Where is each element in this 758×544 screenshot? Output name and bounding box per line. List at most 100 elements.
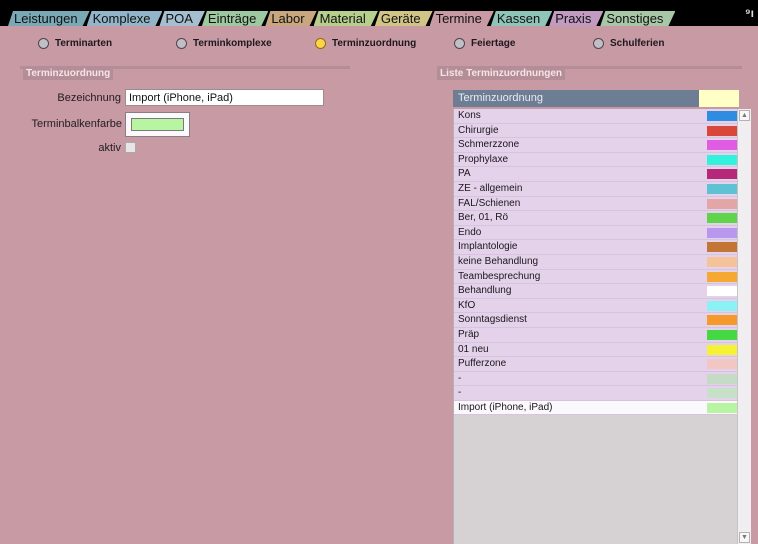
tab-sonstiges[interactable]: Sonstiges — [600, 11, 675, 26]
list-item[interactable]: Prophylaxe — [454, 152, 738, 168]
list-item-label: 01 neu — [458, 343, 489, 355]
list-item[interactable]: Pufferzone — [454, 357, 738, 372]
list-item-color-swatch — [707, 183, 737, 194]
list-item[interactable]: Implantologie — [454, 240, 738, 255]
terminzuordnung-list[interactable]: Kons Chirurgie Schmerzzone Prophylaxe PA ZE -… — [453, 109, 738, 544]
list-item-color-swatch — [707, 344, 737, 355]
list-item-color-swatch — [707, 111, 737, 121]
radio-terminkomplexe[interactable]: Terminkomplexe — [176, 38, 272, 49]
list-item-label: - — [458, 372, 462, 384]
list-item[interactable]: Import (iPhone, iPad) — [454, 400, 738, 416]
list-item-label: Pufferzone — [458, 358, 507, 370]
color-picker-button[interactable] — [125, 112, 190, 137]
list-item-color-swatch — [707, 140, 737, 151]
list-item-label: KfO — [458, 299, 476, 311]
radio-label: Feiertage — [471, 38, 516, 49]
tab-kassen[interactable]: Kassen — [491, 11, 552, 26]
list-column-header[interactable]: Terminzuordnung — [453, 90, 739, 107]
terminbalkenfarbe-label: Terminbalkenfarbe — [31, 118, 123, 130]
section-title-liste: Liste Terminzuordnungen — [437, 67, 566, 80]
list-item-label: Teambesprechung — [458, 270, 541, 282]
scroll-up-icon[interactable]: ▲ — [739, 110, 750, 121]
radio-terminarten[interactable]: Terminarten — [38, 38, 112, 49]
list-item[interactable]: Endo — [454, 225, 738, 241]
radio-label: Schulferien — [610, 38, 665, 49]
list-item-label: Kons — [458, 110, 481, 121]
tab-poa[interactable]: POA — [159, 11, 204, 26]
list-item-label: Präp — [458, 328, 480, 340]
list-item-label: Import (iPhone, iPad) — [458, 401, 553, 413]
list-item-color-swatch — [707, 315, 737, 326]
tab-leistungen[interactable]: Leistungen — [8, 11, 90, 26]
list-item-label: Sonntagsdienst — [458, 314, 527, 326]
list-item-color-swatch — [707, 300, 737, 311]
radio-label: Terminkomplexe — [193, 38, 272, 49]
list-item-label: Endo — [458, 226, 482, 238]
list-item-color-swatch — [707, 169, 737, 180]
bezeichnung-label: Bezeichnung — [57, 92, 121, 104]
list-item[interactable]: Präp — [454, 327, 738, 343]
bezeichnung-input[interactable] — [125, 89, 324, 106]
list-item[interactable]: Sonntagsdienst — [454, 313, 738, 328]
list-item[interactable]: Ber, 01, Rö — [454, 211, 738, 226]
list-item-color-swatch — [707, 256, 737, 267]
list-item-label: FAL/Schienen — [458, 197, 521, 209]
tab-material[interactable]: Material — [314, 11, 378, 26]
list-item-label: - — [458, 387, 462, 399]
radio-schulferien[interactable]: Schulferien — [593, 38, 664, 49]
list-item-label: Chirurgie — [458, 124, 499, 136]
list-item-color-swatch — [707, 213, 737, 224]
list-item[interactable]: 01 neu — [454, 342, 738, 358]
list-item-label: ZE - allgemein — [458, 182, 523, 194]
radio-button-icon — [593, 38, 604, 49]
list-item-color-swatch — [707, 373, 737, 384]
aktiv-checkbox[interactable] — [125, 142, 136, 153]
radio-label: Terminarten — [55, 38, 113, 49]
list-item[interactable]: Teambesprechung — [454, 269, 738, 285]
list-item[interactable]: Behandlung — [454, 284, 738, 299]
tab-bar: Leistungen Komplexe POA Einträge Labor Materi… — [0, 0, 758, 26]
list-item-color-swatch — [707, 154, 737, 165]
list-item-color-swatch — [707, 227, 737, 238]
scroll-down-icon[interactable]: ▼ — [739, 532, 750, 543]
list-item[interactable]: FAL/Schienen — [454, 196, 738, 212]
tab-list: Leistungen Komplexe POA Einträge Labor Materi… — [8, 11, 672, 26]
tab-labor[interactable]: Labor — [265, 11, 316, 26]
list-item[interactable]: keine Behandlung — [454, 254, 738, 270]
list-item-label: Implantologie — [458, 241, 518, 253]
column-header-color — [699, 90, 739, 107]
list-item[interactable]: - — [454, 371, 738, 387]
list-item-label: Schmerzzone — [458, 139, 520, 151]
list-item[interactable]: - — [454, 386, 738, 401]
system-menu-icon[interactable]: ⁹ı — [745, 6, 754, 20]
column-header-label: Terminzuordnung — [458, 92, 543, 104]
list-scrollbar[interactable]: ▲ ▼ — [737, 109, 751, 544]
tab-geräte[interactable]: Geräte — [375, 11, 433, 26]
list-item-color-swatch — [707, 271, 737, 282]
tab-komplexe[interactable]: Komplexe — [87, 11, 163, 26]
list-item-label: Ber, 01, Rö — [458, 212, 509, 224]
tab-praxis[interactable]: Praxis — [549, 11, 603, 26]
radio-terminzuordnung[interactable]: Terminzuordnung — [315, 38, 416, 49]
list-item-color-swatch — [707, 329, 737, 340]
list-item-color-swatch — [707, 388, 737, 399]
list-item-label: PA — [458, 168, 471, 180]
radio-button-icon — [315, 38, 326, 49]
list-item[interactable]: Chirurgie — [454, 123, 738, 139]
list-item[interactable]: Kons — [454, 109, 738, 124]
list-item-color-swatch — [707, 198, 737, 209]
list-item[interactable]: ZE - allgemein — [454, 181, 738, 197]
list-item[interactable]: PA — [454, 167, 738, 182]
tab-einträge[interactable]: Einträge — [202, 11, 268, 26]
list-item[interactable]: Schmerzzone — [454, 138, 738, 153]
aktiv-label: aktiv — [98, 142, 121, 154]
tab-termine[interactable]: Termine — [430, 11, 494, 26]
list-item-label: Behandlung — [458, 285, 512, 297]
list-item-color-swatch — [707, 402, 737, 413]
radio-feiertage[interactable]: Feiertage — [454, 38, 515, 49]
radio-button-icon — [176, 38, 187, 49]
list-item-label: Prophylaxe — [458, 153, 509, 165]
list-item-color-swatch — [707, 359, 737, 370]
list-item-label: keine Behandlung — [458, 255, 539, 267]
list-item[interactable]: KfO — [454, 298, 738, 314]
